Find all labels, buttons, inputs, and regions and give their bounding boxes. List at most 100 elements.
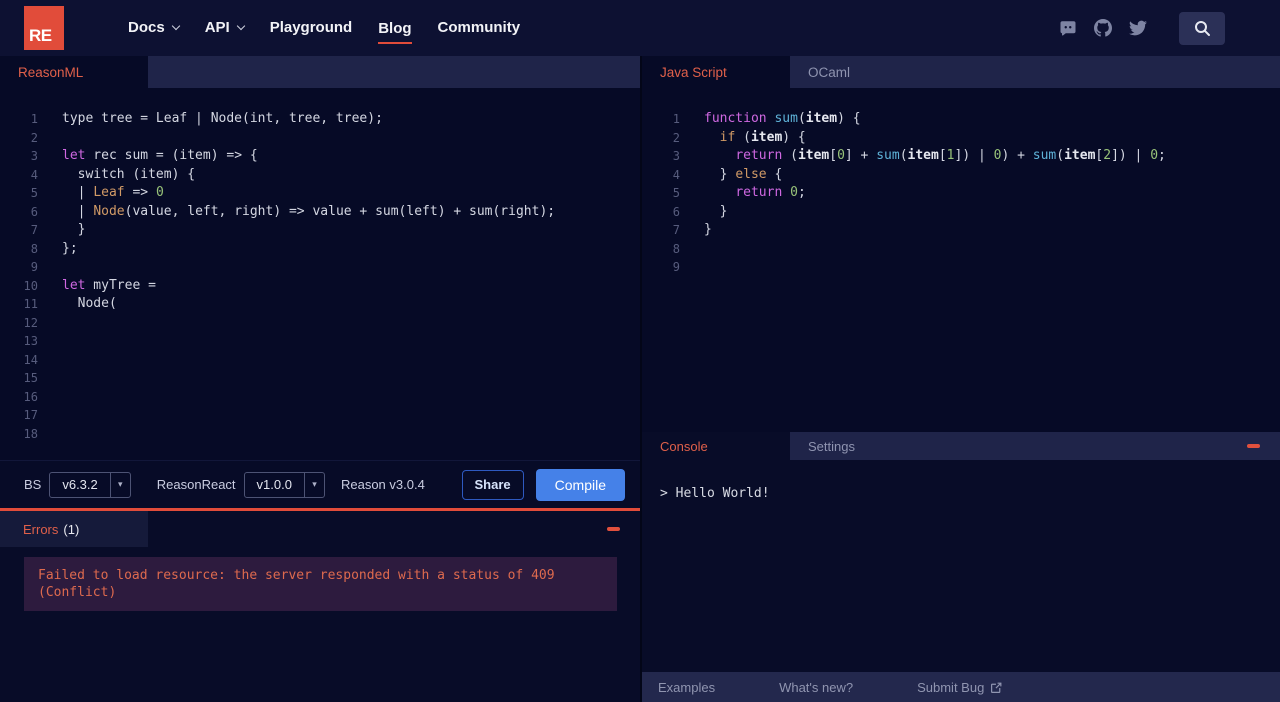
code-line: switch (item) { [62, 166, 196, 182]
footer-link-examples[interactable]: Examples [658, 680, 715, 695]
tab-reasonml[interactable]: ReasonML [0, 56, 148, 88]
chevron-down-icon [171, 21, 180, 31]
footer-link-label: Examples [658, 679, 716, 695]
nav-item-blog[interactable]: Blog [378, 20, 412, 44]
line-number: 5 [30, 186, 38, 200]
errors-header: Errors (1) [0, 511, 640, 547]
chevron-down-icon [236, 21, 245, 31]
line-number: 3 [672, 149, 680, 163]
line-number: 4 [30, 167, 38, 182]
line-number: 15 [23, 371, 38, 385]
main-area: ReasonML 1 2 3 4 5 6 7 8 9 10 11 12 13 14 15 16 17 18 typ… [0, 56, 1280, 702]
tab-ocaml[interactable]: OCaml [790, 56, 938, 88]
console-tabbar: Console Settings [642, 432, 1280, 460]
line-number: 14 [23, 352, 38, 367]
minus-icon [1247, 444, 1260, 448]
bs-label: BS [24, 477, 42, 492]
line-number: 13 [23, 334, 38, 348]
line-numbers: 1 2 3 4 5 6 7 8 9 [642, 88, 680, 432]
output-tabbar: Java Script OCaml [642, 56, 1280, 88]
select-arrow-icon: ▾ [303, 472, 324, 497]
header-social-icons [1059, 11, 1225, 45]
line-number: 6 [672, 204, 680, 219]
code-area[interactable]: function sum(item) { if (item) { return … [680, 88, 1166, 432]
minus-icon [607, 527, 620, 531]
bs-version-select[interactable]: v6.3.2 ▾ [49, 471, 131, 498]
console-collapse-button[interactable] [1243, 440, 1264, 452]
line-number: 7 [672, 223, 680, 237]
code-line: Node( [62, 296, 117, 311]
tab-label: Java Script [660, 64, 727, 80]
tab-console[interactable]: Console [642, 432, 790, 460]
reasonreact-version-value: v1.0.0 [256, 477, 292, 492]
line-number: 6 [30, 204, 38, 219]
select-arrow-icon: ▾ [109, 472, 130, 497]
search-button[interactable] [1179, 11, 1225, 45]
line-number: 12 [23, 315, 38, 330]
reason-tabbar: ReasonML [0, 56, 640, 88]
code-line: } [704, 203, 728, 219]
code-line: }; [62, 240, 78, 256]
discord-icon[interactable] [1059, 19, 1077, 37]
reason-editor[interactable]: 1 2 3 4 5 6 7 8 9 10 11 12 13 14 15 16 17 18 type tree = … [0, 88, 640, 460]
line-number: 7 [30, 223, 38, 237]
compile-button[interactable]: Compile [535, 468, 625, 501]
tab-label: OCaml [808, 64, 851, 80]
tab-label: ReasonML [18, 64, 84, 80]
twitter-icon[interactable] [1129, 19, 1147, 37]
nav-item-label: Community [437, 18, 521, 36]
line-number: 11 [23, 297, 38, 311]
code-line: type tree = Leaf | Node(int, tree, tree)… [62, 111, 383, 126]
line-number: 8 [672, 241, 680, 256]
output-panel: Java Script OCaml 1 2 3 4 5 6 7 8 9 function sum… [640, 56, 1280, 702]
reason-logo[interactable]: RE [24, 6, 64, 50]
site-header: RE Docs API Playground Blog Community [0, 0, 1280, 56]
errors-count-badge: (1) [63, 521, 80, 537]
github-icon[interactable] [1094, 19, 1112, 37]
logo-text: RE [29, 26, 52, 45]
reason-panel: ReasonML 1 2 3 4 5 6 7 8 9 10 11 12 13 14 15 16 17 18 typ… [0, 56, 640, 702]
tab-label: Settings [808, 438, 855, 454]
tab-javascript[interactable]: Java Script [642, 56, 790, 88]
javascript-editor[interactable]: 1 2 3 4 5 6 7 8 9 function sum(item) { if (item)… [642, 88, 1280, 432]
errors-collapse-button[interactable] [603, 523, 624, 535]
footer-link-label: What's new? [779, 679, 854, 695]
code-line: function sum(item) { [704, 111, 861, 126]
bs-version-value: v6.3.2 [62, 477, 98, 492]
footer-link-submit-bug[interactable]: Submit Bug [917, 680, 1003, 695]
nav-item-label: API [204, 18, 230, 36]
panel-footer: Examples What's new? Submit Bug [642, 672, 1280, 702]
line-number: 17 [23, 408, 38, 422]
line-numbers: 1 2 3 4 5 6 7 8 9 10 11 12 13 14 15 16 17 18 [0, 88, 38, 460]
reasonreact-version-select[interactable]: v1.0.0 ▾ [243, 471, 325, 498]
tab-settings[interactable]: Settings [790, 432, 938, 460]
errors-tab-label: Errors [23, 521, 59, 537]
share-button[interactable]: Share [461, 469, 524, 500]
nav-item-api[interactable]: API [204, 18, 245, 38]
footer-link-whats-new[interactable]: What's new? [779, 680, 853, 695]
line-number: 1 [30, 112, 38, 126]
code-area[interactable]: type tree = Leaf | Node(int, tree, tree)… [38, 88, 555, 460]
errors-content: Failed to load resource: the server resp… [0, 547, 640, 702]
line-number: 1 [672, 112, 680, 126]
nav-item-docs[interactable]: Docs [128, 19, 180, 38]
console-output: > Hello World! [642, 460, 1280, 672]
code-line: if (item) { [719, 129, 806, 145]
tab-label: Console [660, 438, 708, 454]
line-number: 3 [30, 149, 38, 163]
main-nav: Docs API Playground Blog Community [128, 18, 521, 44]
nav-item-community[interactable]: Community [438, 19, 521, 38]
code-line: let rec sum = (item) => { [62, 148, 258, 163]
line-number: 2 [672, 130, 680, 145]
line-number: 9 [672, 260, 680, 274]
tab-errors[interactable]: Errors (1) [0, 511, 148, 547]
nav-item-playground[interactable]: Playground [270, 19, 353, 38]
